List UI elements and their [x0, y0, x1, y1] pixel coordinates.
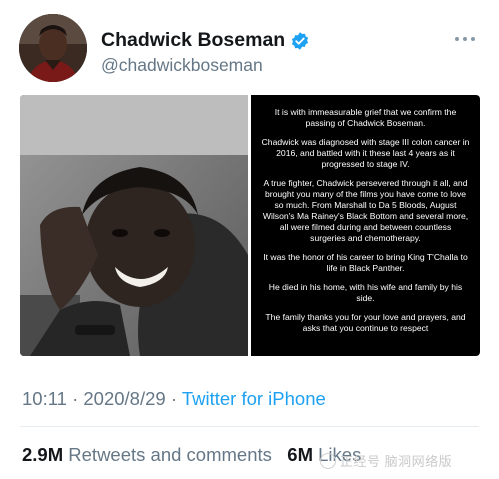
meta-separator: ·	[170, 388, 178, 409]
avatar-image	[19, 14, 87, 82]
avatar[interactable]	[19, 14, 87, 82]
more-options-icon[interactable]	[455, 36, 475, 42]
likes-count: 6M	[287, 444, 313, 465]
portrait-image	[20, 95, 248, 356]
display-name[interactable]: Chadwick Boseman	[101, 29, 310, 52]
tweet-meta: 10:11 · 2020/8/29 · Twitter for iPhone	[22, 388, 326, 410]
dot-icon	[471, 37, 475, 41]
statement-paragraph: He died in his home, with his wife and f…	[268, 282, 463, 303]
handle[interactable]: @chadwickboseman	[101, 55, 263, 76]
photo[interactable]	[20, 95, 248, 356]
verified-badge-icon	[292, 31, 309, 50]
tweet-source-link[interactable]: Twitter for iPhone	[182, 388, 326, 409]
display-name-text: Chadwick Boseman	[101, 29, 286, 51]
tweet-stats: 2.9M Retweets and comments 6M Likes	[22, 444, 361, 466]
statement-paragraph: It is with immeasurable grief that we co…	[274, 107, 457, 128]
divider	[20, 426, 479, 427]
watermark-logo-icon	[320, 452, 336, 469]
tweet-time[interactable]: 10:11	[22, 388, 67, 409]
watermark-text: 正经号 脑洞网络版	[340, 454, 453, 469]
dot-icon	[455, 37, 459, 41]
statement-paragraph: A true fighter, Chadwick persevered thro…	[262, 178, 469, 243]
statement-image[interactable]: It is with immeasurable grief that we co…	[251, 95, 480, 356]
retweets-stat[interactable]: 2.9M Retweets and comments	[22, 444, 272, 465]
watermark: 正经号 脑洞网络版	[320, 451, 452, 470]
tweet-media[interactable]: It is with immeasurable grief that we co…	[20, 95, 480, 356]
tweet-date[interactable]: 2020/8/29	[83, 388, 165, 409]
dot-icon	[463, 37, 467, 41]
meta-separator: ·	[72, 388, 79, 409]
statement-paragraph: Chadwick was diagnosed with stage III co…	[261, 137, 470, 169]
statement-paragraph: It was the honor of his career to bring …	[263, 252, 468, 273]
statement-paragraph: The family thanks you for your love and …	[265, 312, 466, 333]
retweets-label: Retweets and comments	[68, 444, 272, 465]
retweets-count: 2.9M	[22, 444, 64, 465]
